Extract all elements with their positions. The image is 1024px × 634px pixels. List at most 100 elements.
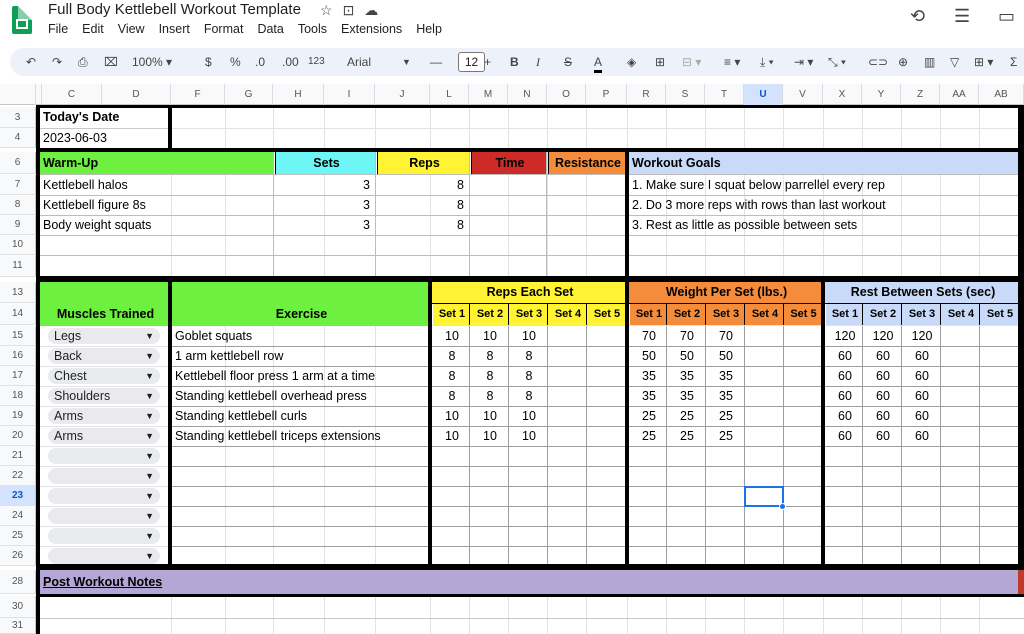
font-size-input[interactable]: 12	[458, 52, 485, 72]
row-header-22[interactable]: 22	[0, 466, 36, 486]
column-header-t[interactable]: T	[705, 84, 744, 105]
row-header-26[interactable]: 26	[0, 546, 36, 566]
chevron-down-icon[interactable]: ▼	[145, 428, 154, 444]
column-header-h[interactable]: H	[273, 84, 324, 105]
column-header-d[interactable]: D	[102, 84, 171, 105]
muscle-dropdown[interactable]: ▼	[48, 448, 160, 464]
row-header-3[interactable]: 3	[0, 107, 36, 128]
borders-icon[interactable]: ⊞	[655, 54, 665, 70]
menu-tools[interactable]: Tools	[298, 22, 327, 36]
cloud-status-icon[interactable]: ☁	[364, 2, 378, 18]
column-header-aa[interactable]: AA	[940, 84, 979, 105]
column-header-z[interactable]: Z	[901, 84, 940, 105]
column-header-s[interactable]: S	[666, 84, 705, 105]
font-size-decrease-icon[interactable]: —	[430, 54, 442, 70]
move-folder-icon[interactable]: ⊡	[343, 2, 355, 18]
horizontal-align-icon[interactable]: ≡ ▾	[724, 54, 740, 70]
chevron-down-icon[interactable]: ▼	[145, 388, 154, 404]
filter-views-icon[interactable]: ⊞ ▾	[974, 54, 993, 70]
row-header-8[interactable]: 8	[0, 195, 36, 215]
text-color-icon[interactable]: A	[594, 54, 603, 73]
comment-icon[interactable]: ⊕	[898, 54, 908, 70]
muscle-dropdown[interactable]: ▼	[48, 528, 160, 544]
column-header-x[interactable]: X	[823, 84, 862, 105]
bold-icon[interactable]: B	[510, 54, 519, 70]
sheets-logo-icon[interactable]	[12, 6, 32, 34]
chevron-down-icon[interactable]: ▼	[145, 488, 154, 504]
chevron-down-icon[interactable]: ▼	[145, 348, 154, 364]
print-icon[interactable]: ⎙	[78, 54, 88, 70]
text-rotation-icon[interactable]: ⤡ ▾	[828, 54, 846, 70]
row-header-4[interactable]: 4	[0, 128, 36, 148]
fill-color-icon[interactable]: ◈	[627, 54, 636, 70]
currency-button[interactable]: $	[205, 54, 212, 70]
muscle-dropdown[interactable]: Arms ▼	[48, 408, 160, 424]
row-header-16[interactable]: 16	[0, 346, 36, 366]
column-header-u[interactable]: U	[744, 84, 783, 105]
column-header-r[interactable]: R	[627, 84, 666, 105]
menu-edit[interactable]: Edit	[82, 22, 104, 36]
percent-button[interactable]: %	[230, 54, 241, 70]
menu-view[interactable]: View	[118, 22, 145, 36]
muscle-dropdown[interactable]: ▼	[48, 548, 160, 564]
font-dropdown-icon[interactable]: ▼	[402, 54, 411, 70]
chevron-down-icon[interactable]: ▼	[145, 468, 154, 484]
menu-file[interactable]: File	[48, 22, 68, 36]
row-header-31[interactable]: 31	[0, 618, 36, 634]
column-header-ab[interactable]: AB	[979, 84, 1024, 105]
decrease-decimal-button[interactable]: .0	[255, 54, 265, 70]
history-icon[interactable]: ⟲	[910, 6, 942, 27]
increase-decimal-button[interactable]: .00	[282, 54, 299, 70]
muscle-dropdown[interactable]: Shoulders ▼	[48, 388, 160, 404]
row-header-6[interactable]: 6	[0, 152, 36, 174]
link-icon[interactable]: ⊂⊃	[868, 54, 888, 70]
column-header-v[interactable]: V	[783, 84, 823, 105]
muscle-dropdown[interactable]: Chest ▼	[48, 368, 160, 384]
row-header-15[interactable]: 15	[0, 326, 36, 346]
muscle-dropdown[interactable]: Legs ▼	[48, 328, 160, 344]
row-header-21[interactable]: 21	[0, 446, 36, 466]
row-header-28[interactable]: 28	[0, 570, 36, 594]
chevron-down-icon[interactable]: ▼	[145, 368, 154, 384]
meet-icon[interactable]: ▭	[998, 6, 1024, 27]
menu-insert[interactable]: Insert	[159, 22, 190, 36]
merge-cells-icon[interactable]: ⊟ ▾	[682, 54, 701, 70]
row-header-17[interactable]: 17	[0, 366, 36, 386]
row-header-25[interactable]: 25	[0, 526, 36, 546]
row-header-23[interactable]: 23	[0, 486, 36, 506]
row-header-20[interactable]: 20	[0, 426, 36, 446]
selected-cell[interactable]	[744, 486, 784, 507]
muscle-dropdown[interactable]: ▼	[48, 488, 160, 504]
row-header-13[interactable]: 13	[0, 282, 36, 303]
muscle-dropdown[interactable]: ▼	[48, 508, 160, 524]
row-header-24[interactable]: 24	[0, 506, 36, 526]
menu-data[interactable]: Data	[257, 22, 283, 36]
sheet-grid[interactable]: Today's Date 2023-06-03 Warm-Up Sets Reps Tim…	[36, 105, 1024, 634]
row-header-9[interactable]: 9	[0, 215, 36, 235]
muscle-dropdown[interactable]: Arms ▼	[48, 428, 160, 444]
chevron-down-icon[interactable]: ▼	[145, 328, 154, 344]
font-select[interactable]: Arial	[347, 54, 371, 70]
column-header-l[interactable]: L	[430, 84, 469, 105]
menu-help[interactable]: Help	[416, 22, 442, 36]
select-all-corner[interactable]	[0, 84, 36, 105]
star-icon[interactable]: ☆	[320, 2, 333, 18]
muscle-dropdown[interactable]: ▼	[48, 468, 160, 484]
number-format-button[interactable]: 123	[308, 54, 325, 70]
italic-icon[interactable]: I	[536, 54, 540, 70]
column-header-c[interactable]: C	[42, 84, 102, 105]
column-header-o[interactable]: O	[547, 84, 586, 105]
row-header-18[interactable]: 18	[0, 386, 36, 406]
menu-format[interactable]: Format	[204, 22, 244, 36]
chart-icon[interactable]: ▥	[924, 54, 935, 70]
chevron-down-icon[interactable]: ▼	[145, 528, 154, 544]
row-header-10[interactable]: 10	[0, 235, 36, 255]
paint-format-icon[interactable]: ⌧	[104, 54, 118, 70]
zoom-select[interactable]: 100% ▾	[132, 54, 172, 70]
comments-icon[interactable]: ☰	[954, 6, 986, 27]
strikethrough-icon[interactable]: S	[564, 54, 572, 70]
row-header-11[interactable]: 11	[0, 255, 36, 277]
chevron-down-icon[interactable]: ▼	[145, 508, 154, 524]
chevron-down-icon[interactable]: ▼	[145, 548, 154, 564]
chevron-down-icon[interactable]: ▼	[145, 408, 154, 424]
